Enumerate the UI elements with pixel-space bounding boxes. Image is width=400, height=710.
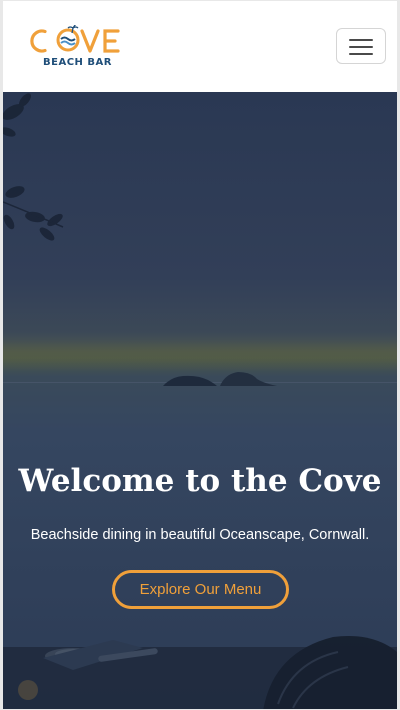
- explore-menu-button[interactable]: Explore Our Menu: [112, 570, 289, 609]
- logo-wordmark: [30, 25, 120, 53]
- menu-toggle-button[interactable]: [336, 28, 386, 64]
- hero-section: Welcome to the Cove Beachside dining in …: [3, 92, 397, 709]
- logo-subtitle: BEACH BAR: [43, 57, 112, 68]
- hero-title: Welcome to the Cove: [18, 462, 382, 499]
- hero-background-image: [3, 92, 397, 709]
- navbar: BEACH BAR: [3, 1, 397, 92]
- app-frame: BEACH BAR Welcome to the Cove Beachside …: [0, 0, 400, 710]
- hero-subtitle: Beachside dining in beautiful Oceanscape…: [30, 526, 370, 543]
- brand-logo[interactable]: BEACH BAR: [26, 25, 126, 73]
